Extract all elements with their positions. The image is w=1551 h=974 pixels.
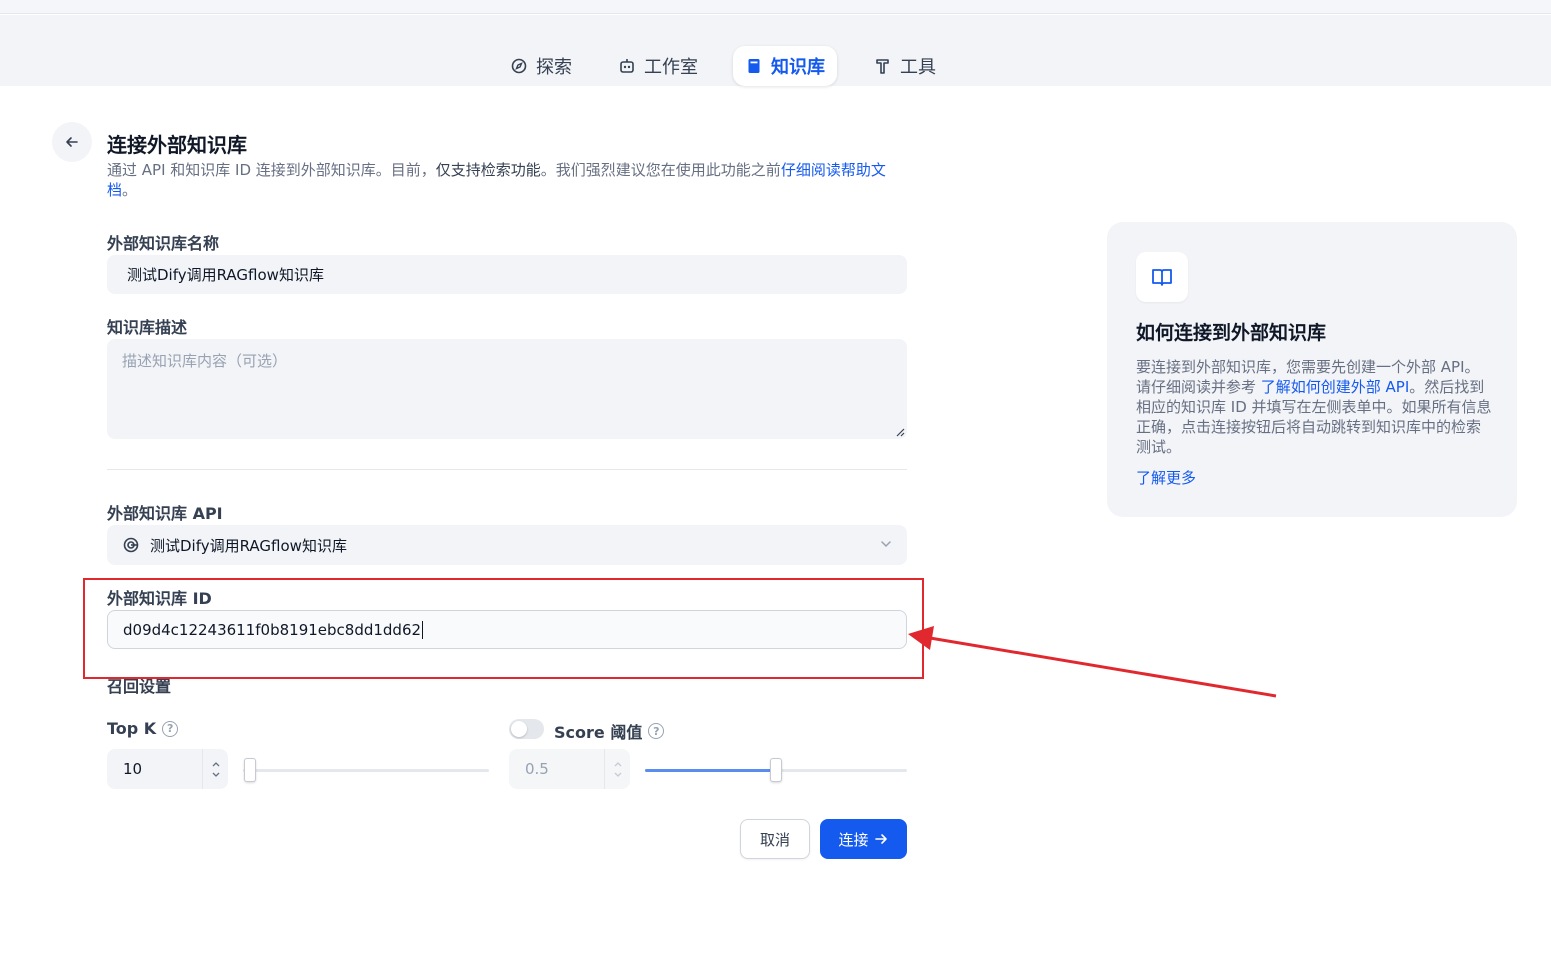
compass-icon <box>511 58 527 74</box>
score-value: 0.5 <box>525 760 549 778</box>
robot-icon <box>620 59 634 73</box>
section-divider <box>107 469 907 470</box>
description-placeholder: 描述知识库内容（可选） <box>122 352 288 370</box>
score-label: Score 阈值 <box>554 723 643 742</box>
description-textarea[interactable]: 描述知识库内容（可选） <box>107 339 907 439</box>
desc-text-2: 。我们强烈建议您在使用此功能之前 <box>540 161 781 179</box>
nav-explore-label: 探索 <box>536 57 572 78</box>
open-book-icon <box>1152 269 1172 286</box>
score-threshold-toggle[interactable] <box>509 719 544 739</box>
help-card-text: 要连接到外部知识库，您需要先创建一个外部 API。请仔细阅读并参考 了解如何创建… <box>1136 357 1492 457</box>
chevron-down-icon[interactable] <box>613 771 623 778</box>
card-icon-box <box>1136 252 1188 302</box>
top-navbar: 探索 工作室 知识库 工具 <box>0 15 1551 86</box>
nav-tools-label: 工具 <box>900 57 936 78</box>
annotation-highlight-box <box>83 578 924 679</box>
back-button[interactable] <box>52 122 92 162</box>
score-label-group: Score 阈值 ? <box>554 719 665 743</box>
api-icon <box>123 537 139 553</box>
name-label: 外部知识库名称 <box>107 234 220 253</box>
page-description: 通过 API 和知识库 ID 连接到外部知识库。目前，仅支持检索功能。我们强烈建… <box>107 160 907 200</box>
nav-knowledge-label: 知识库 <box>771 57 825 78</box>
description-label: 知识库描述 <box>107 318 188 337</box>
create-api-link[interactable]: 了解如何创建外部 API <box>1261 378 1410 396</box>
nav-explore[interactable]: 探索 <box>498 46 584 86</box>
desc-text-1: 通过 API 和知识库 ID 连接到外部知识库。目前， <box>107 161 436 179</box>
score-stepper[interactable] <box>604 749 630 789</box>
connect-button-label: 连接 <box>838 830 869 849</box>
chevron-down-icon <box>881 541 891 548</box>
help-icon[interactable]: ? <box>648 723 665 739</box>
api-select-value: 测试Dify调用RAGflow知识库 <box>150 536 347 555</box>
topk-value: 10 <box>123 760 143 778</box>
chevron-down-icon[interactable] <box>211 771 221 778</box>
chevron-up-icon[interactable] <box>613 761 623 768</box>
name-input[interactable]: 测试Dify调用RAGflow知识库 <box>107 255 907 294</box>
cancel-button[interactable]: 取消 <box>740 819 810 859</box>
hammer-icon <box>876 59 889 74</box>
learn-more-link[interactable]: 了解更多 <box>1136 467 1196 488</box>
topk-slider-thumb[interactable] <box>244 758 256 782</box>
arrow-right-icon <box>874 834 887 844</box>
toggle-knob <box>511 721 527 737</box>
arrow-left-icon <box>66 137 78 147</box>
connect-button[interactable]: 连接 <box>820 819 907 859</box>
page-title: 连接外部知识库 <box>107 133 247 157</box>
nav-studio[interactable]: 工作室 <box>606 46 710 86</box>
api-label: 外部知识库 API <box>107 504 223 523</box>
chevron-up-icon[interactable] <box>211 761 221 768</box>
topk-input[interactable]: 10 <box>107 749 228 789</box>
browser-top-strip <box>0 0 1551 14</box>
help-card: 如何连接到外部知识库 要连接到外部知识库，您需要先创建一个外部 API。请仔细阅… <box>1107 222 1517 517</box>
book-icon <box>748 59 760 73</box>
nav-tools[interactable]: 工具 <box>862 46 948 86</box>
topk-label-group: Top K ? <box>107 719 179 738</box>
score-input[interactable]: 0.5 <box>509 749 630 789</box>
resize-handle-icon[interactable] <box>895 427 905 437</box>
score-slider-thumb[interactable] <box>770 758 782 782</box>
nav-studio-label: 工作室 <box>644 57 698 78</box>
help-icon[interactable]: ? <box>162 720 179 737</box>
score-slider-fill <box>645 769 776 772</box>
help-card-title: 如何连接到外部知识库 <box>1136 322 1327 344</box>
nav-knowledge[interactable]: 知识库 <box>733 46 837 86</box>
desc-strong: 仅支持检索功能 <box>435 161 541 179</box>
desc-text-end: 。 <box>122 181 138 199</box>
topk-slider-track[interactable] <box>243 769 489 772</box>
api-select[interactable]: 测试Dify调用RAGflow知识库 <box>107 525 907 565</box>
topk-label: Top K <box>107 719 157 738</box>
topk-stepper[interactable] <box>202 749 228 789</box>
